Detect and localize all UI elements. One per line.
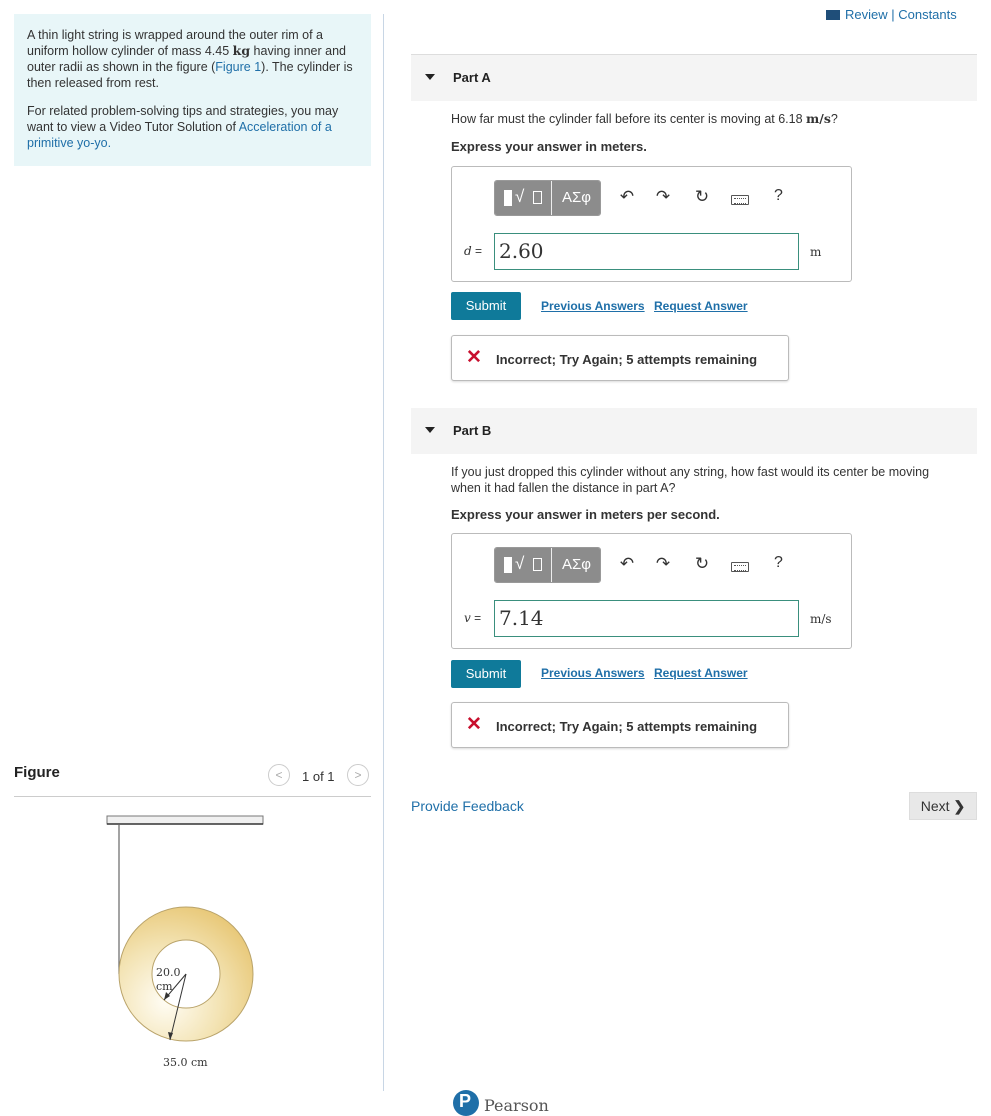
answer-variable-label: d = bbox=[464, 244, 483, 258]
reset-icon[interactable]: ↻ bbox=[692, 186, 712, 208]
undo-icon[interactable]: ↶ bbox=[617, 553, 637, 575]
incorrect-x-icon: ✕ bbox=[466, 714, 482, 735]
sqrt-icon: √ bbox=[515, 187, 525, 206]
undo-icon[interactable]: ↶ bbox=[617, 186, 637, 208]
figure-header: Figure < 1 of 1 > bbox=[14, 760, 371, 797]
redo-icon[interactable]: ↷ bbox=[653, 186, 673, 208]
answer-input[interactable]: 2.60 bbox=[494, 233, 799, 270]
feedback-text: Incorrect; Try Again; 5 attempts remaini… bbox=[496, 719, 758, 734]
pearson-wordmark: Pearson bbox=[484, 1096, 549, 1115]
part-a-title: Part A bbox=[453, 70, 491, 85]
collapse-triangle-icon bbox=[425, 427, 435, 433]
answer-variable-label: v = bbox=[464, 611, 482, 625]
figure-title: Figure bbox=[14, 764, 60, 781]
template-square-icon bbox=[533, 191, 542, 204]
reset-icon[interactable]: ↻ bbox=[692, 553, 712, 575]
part-b-instruction: Express your answer in meters per second… bbox=[451, 507, 720, 522]
part-b-answer-box: √ ΑΣφ ↶ ↷ ↻ ? v = 7.14 m/s bbox=[451, 533, 852, 649]
collapse-triangle-icon bbox=[425, 74, 435, 80]
column-divider bbox=[383, 14, 384, 1091]
template-block-icon bbox=[504, 557, 512, 573]
part-a-header[interactable]: Part A bbox=[411, 55, 977, 101]
templates-button[interactable]: √ bbox=[495, 181, 551, 215]
sqrt-icon: √ bbox=[515, 554, 525, 573]
template-square-icon bbox=[533, 558, 542, 571]
figure-link[interactable]: Figure 1 bbox=[215, 60, 261, 74]
ceiling-bar bbox=[106, 815, 264, 825]
help-icon[interactable]: ? bbox=[774, 187, 783, 205]
review-constants-link[interactable]: Review | Constants bbox=[826, 7, 957, 22]
answer-unit: m bbox=[810, 245, 822, 259]
outer-radius-label: 35.0 cm bbox=[163, 1056, 208, 1069]
submit-button[interactable]: Submit bbox=[451, 660, 521, 688]
keyboard-icon[interactable] bbox=[731, 195, 749, 205]
template-block-icon bbox=[504, 190, 512, 206]
figure-prev-button[interactable]: < bbox=[268, 764, 290, 786]
templates-button[interactable]: √ bbox=[495, 548, 551, 582]
next-button[interactable]: Next ❯ bbox=[909, 792, 977, 820]
previous-answers-link[interactable]: Previous Answers bbox=[541, 299, 645, 313]
redo-icon[interactable]: ↷ bbox=[653, 553, 673, 575]
feedback-text: Incorrect; Try Again; 5 attempts remaini… bbox=[496, 352, 758, 367]
inner-radius-label-2: cm bbox=[156, 980, 173, 993]
inner-radius-label-1: 20.0 bbox=[156, 966, 181, 979]
feedback-message: ✕ Incorrect; Try Again; 5 attempts remai… bbox=[451, 335, 789, 381]
book-icon bbox=[826, 10, 840, 20]
pearson-mark: P bbox=[453, 1090, 479, 1116]
mass-unit: kg bbox=[232, 43, 251, 58]
problem-statement: A thin light string is wrapped around th… bbox=[14, 14, 371, 166]
keyboard-icon[interactable] bbox=[731, 562, 749, 572]
math-toolbar: √ ΑΣφ bbox=[494, 180, 601, 216]
previous-answers-link[interactable]: Previous Answers bbox=[541, 666, 645, 680]
math-toolbar: √ ΑΣφ bbox=[494, 547, 601, 583]
problem-paragraph-1: A thin light string is wrapped around th… bbox=[27, 28, 353, 90]
part-a-answer-box: √ ΑΣφ ↶ ↷ ↻ ? d = 2.60 m bbox=[451, 166, 852, 282]
figure-page-indicator: 1 of 1 bbox=[302, 769, 335, 784]
figure-next-button[interactable]: > bbox=[347, 764, 369, 786]
submit-button[interactable]: Submit bbox=[451, 292, 521, 320]
yo-yo-figure: 20.0 cm 35.0 cm bbox=[106, 815, 264, 1069]
part-a-instruction: Express your answer in meters. bbox=[451, 139, 647, 154]
feedback-message: ✕ Incorrect; Try Again; 5 attempts remai… bbox=[451, 702, 789, 748]
part-a-question: How far must the cylinder fall before it… bbox=[451, 111, 838, 126]
answer-input[interactable]: 7.14 bbox=[494, 600, 799, 637]
provide-feedback-link[interactable]: Provide Feedback bbox=[411, 798, 524, 814]
part-b-title: Part B bbox=[453, 423, 492, 438]
part-b-header[interactable]: Part B bbox=[411, 408, 977, 454]
help-icon[interactable]: ? bbox=[774, 554, 783, 572]
greek-symbols-button[interactable]: ΑΣφ bbox=[551, 181, 600, 215]
request-answer-link[interactable]: Request Answer bbox=[654, 666, 748, 680]
request-answer-link[interactable]: Request Answer bbox=[654, 299, 748, 313]
answer-unit: m/s bbox=[810, 612, 832, 626]
incorrect-x-icon: ✕ bbox=[466, 347, 482, 368]
greek-symbols-button[interactable]: ΑΣφ bbox=[551, 548, 600, 582]
part-b-question: If you just dropped this cylinder withou… bbox=[451, 465, 930, 495]
chevron-right-icon: ❯ bbox=[953, 798, 966, 814]
problem-paragraph-2: For related problem-solving tips and str… bbox=[27, 104, 339, 150]
